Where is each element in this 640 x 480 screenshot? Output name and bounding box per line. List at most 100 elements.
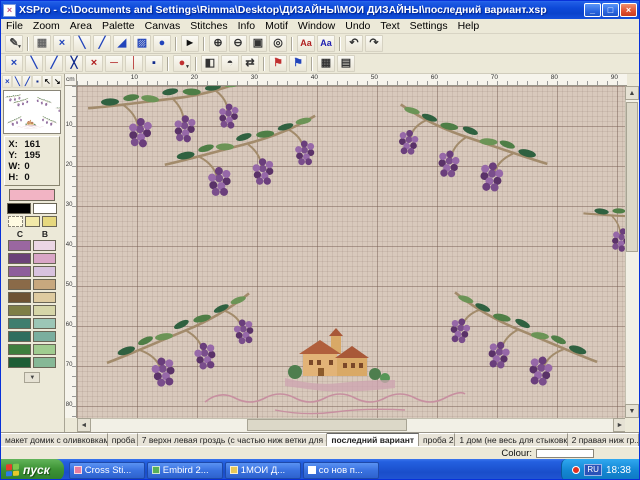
scroll-up-button[interactable]: ▲ <box>625 86 639 100</box>
language-indicator[interactable]: RU <box>584 464 602 476</box>
menu-item-area[interactable]: Area <box>65 20 97 32</box>
cross-stitch-icon[interactable]: × <box>5 55 23 72</box>
vertical-scrollbar[interactable]: ▲ ▼ <box>625 86 639 418</box>
menu-item-zoom[interactable]: Zoom <box>28 20 65 32</box>
menu-item-undo[interactable]: Undo <box>340 20 375 32</box>
taskbar-button[interactable]: со нов п... <box>303 462 379 479</box>
palette-swatch[interactable] <box>33 305 56 316</box>
palette-swatch[interactable] <box>33 292 56 303</box>
colour-swatch[interactable] <box>7 203 31 214</box>
palette-swatch[interactable] <box>8 266 31 277</box>
menu-item-motif[interactable]: Motif <box>260 20 293 32</box>
half-stitch-forward-icon[interactable]: ╱ <box>93 35 111 52</box>
half-stitch-back-icon[interactable]: ╲ <box>73 35 91 52</box>
horizontal-scrollbar[interactable]: ◄ ► <box>77 418 627 432</box>
current-colour-swatch[interactable] <box>9 189 55 201</box>
swap-colours-icon[interactable]: ⇄ <box>241 55 259 72</box>
side-half-forward-icon[interactable]: ╱ <box>22 75 32 88</box>
system-tray[interactable]: RU 18:38 <box>561 459 639 480</box>
redo-icon[interactable]: ↷ <box>365 35 383 52</box>
palette-swatch[interactable] <box>33 318 56 329</box>
selection-grid-icon[interactable]: ▦ <box>33 35 51 52</box>
pattern-tab[interactable]: последний вариант <box>327 433 419 446</box>
stitch-canvas[interactable] <box>77 86 627 418</box>
text-latin-icon[interactable]: Aa <box>297 35 315 52</box>
palette-swatch[interactable] <box>8 240 31 251</box>
side-cross-stitch-icon[interactable]: × <box>2 75 12 88</box>
horizontal-scroll-thumb[interactable] <box>247 419 407 431</box>
colour-swatch[interactable] <box>33 203 57 214</box>
half-cross-back-icon[interactable]: ╲ <box>25 55 43 72</box>
pencil-tool-icon[interactable]: ✎▼ <box>5 35 23 52</box>
colour-swatch[interactable] <box>25 216 40 227</box>
petite-stitch-icon[interactable]: × <box>85 55 103 72</box>
maximize-button[interactable]: □ <box>602 3 619 17</box>
backstitch-vertical-icon[interactable]: │ <box>125 55 143 72</box>
flag-red-icon[interactable]: ⚑ <box>269 55 287 72</box>
menu-item-file[interactable]: File <box>1 20 28 32</box>
backstitch-horizontal-icon[interactable]: ─ <box>105 55 123 72</box>
pointer-arrow-icon[interactable]: ► <box>181 35 199 52</box>
three-quarter-stitch-icon[interactable]: ▨ <box>133 35 151 52</box>
palette-swatch[interactable] <box>33 279 56 290</box>
palette-swatch[interactable] <box>33 357 56 368</box>
tray-status-icon[interactable] <box>572 466 580 474</box>
pattern-preview[interactable] <box>3 90 61 134</box>
start-button[interactable]: пуск <box>1 459 64 480</box>
pattern-tab[interactable]: проба 2 <box>419 433 455 446</box>
palette-swatch[interactable] <box>33 253 56 264</box>
colour-swatch[interactable] <box>8 216 23 227</box>
close-button[interactable]: × <box>620 3 637 17</box>
palette-swatch[interactable] <box>33 266 56 277</box>
mirror-horizontal-icon[interactable]: ◧ <box>201 55 219 72</box>
palette-swatch[interactable] <box>33 344 56 355</box>
colour-picker-icon[interactable]: ●▼ <box>173 55 191 72</box>
text-cyrillic-icon[interactable]: Аа <box>317 35 335 52</box>
zoom-in-icon[interactable]: ⊕ <box>209 35 227 52</box>
menu-item-text[interactable]: Text <box>375 20 404 32</box>
half-cross-forward-icon[interactable]: ╱ <box>45 55 63 72</box>
palette-swatch[interactable] <box>33 331 56 342</box>
menu-item-palette[interactable]: Palette <box>97 20 140 32</box>
side-next-arrow-icon[interactable]: ↘ <box>52 75 62 88</box>
clock[interactable]: 18:38 <box>606 465 631 476</box>
menu-item-window[interactable]: Window <box>293 20 340 32</box>
palette-swatch[interactable] <box>8 331 31 342</box>
pattern-tab[interactable]: 1 дом (не весь для стыковки) <box>455 433 567 446</box>
title-bar[interactable]: × XSPro - C:\Documents and Settings\Rimm… <box>1 1 639 19</box>
zoom-actual-icon[interactable]: ▣ <box>249 35 267 52</box>
menu-item-help[interactable]: Help <box>453 20 485 32</box>
ruler-toggle-icon[interactable]: ▤ <box>337 55 355 72</box>
side-bead-icon[interactable]: ▪ <box>32 75 42 88</box>
scroll-down-button[interactable]: ▼ <box>625 404 639 418</box>
palette-swatch[interactable] <box>8 253 31 264</box>
taskbar-button[interactable]: Cross Sti... <box>69 462 145 479</box>
taskbar-button[interactable]: Embird 2... <box>147 462 223 479</box>
zoom-fit-icon[interactable]: ◎ <box>269 35 287 52</box>
side-prev-arrow-icon[interactable]: ↖ <box>42 75 52 88</box>
pattern-tab[interactable]: 7 верхн левая гроздь (с частью ниж ветки… <box>138 433 328 446</box>
scroll-left-button[interactable]: ◄ <box>77 418 91 432</box>
grid-toggle-icon[interactable]: ▦ <box>317 55 335 72</box>
zoom-out-icon[interactable]: ⊖ <box>229 35 247 52</box>
quarter-stitch-icon[interactable]: ◢ <box>113 35 131 52</box>
pattern-tab[interactable]: 2 правая ниж гр... <box>568 433 639 446</box>
double-cross-icon[interactable]: ╳ <box>65 55 83 72</box>
palette-swatch[interactable] <box>8 344 31 355</box>
menu-item-stitches[interactable]: Stitches <box>185 20 232 32</box>
palette-swatch[interactable] <box>8 305 31 316</box>
undo-icon[interactable]: ↶ <box>345 35 363 52</box>
palette-swatch[interactable] <box>8 279 31 290</box>
pattern-tab[interactable]: проба <box>108 433 138 446</box>
menu-item-settings[interactable]: Settings <box>405 20 453 32</box>
pattern-tab[interactable]: макет домик с оливковками <box>1 433 108 446</box>
menu-item-canvas[interactable]: Canvas <box>140 20 186 32</box>
vertical-scroll-thumb[interactable] <box>626 102 638 252</box>
minimize-button[interactable]: _ <box>584 3 601 17</box>
palette-swatch[interactable] <box>33 240 56 251</box>
palette-swatch[interactable] <box>8 357 31 368</box>
bead-icon[interactable]: ▪ <box>145 55 163 72</box>
full-stitch-icon[interactable]: × <box>53 35 71 52</box>
menu-item-info[interactable]: Info <box>233 20 261 32</box>
palette-swatch[interactable] <box>8 292 31 303</box>
